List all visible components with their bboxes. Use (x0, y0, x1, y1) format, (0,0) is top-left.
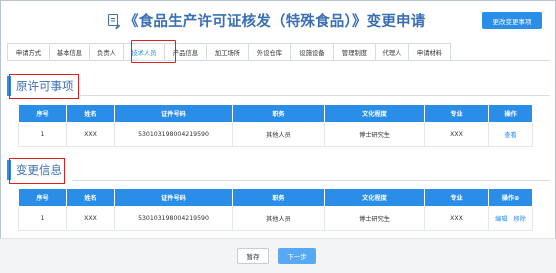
table-header-row: 序号 姓名 证件号码 职务 文化程度 专业 操作⊕ (18, 188, 533, 207)
col-header-no: 序号 (18, 104, 67, 123)
changed-table: 序号 姓名 证件号码 职务 文化程度 专业 操作⊕ 1 XXX 53010319… (18, 188, 533, 231)
save-draft-button[interactable]: 暂存 (237, 248, 269, 264)
view-link[interactable]: 查看 (488, 122, 533, 147)
tab-application-method[interactable]: 申请方式 (7, 43, 50, 60)
original-table: 序号 姓名 证件号码 职务 文化程度 专业 操作 1 XXX 530103198… (18, 104, 533, 147)
tab-principal[interactable]: 负责人 (89, 43, 124, 60)
col-header-name: 姓名 (66, 188, 115, 207)
header: 《食品生产许可证核发（特殊食品）》变更申请 更改变更事项 (0, 0, 556, 40)
tab-processing-site[interactable]: 加工场所 (206, 43, 249, 60)
col-header-role: 职务 (232, 104, 325, 123)
page-title-text: 《食品生产许可证核发（特殊食品）》变更申请 (124, 13, 426, 30)
next-step-button[interactable]: 下一步 (278, 248, 316, 264)
active-tab-highlight (131, 40, 176, 63)
cell-role: 其他人员 (232, 122, 325, 147)
table-header-row: 序号 姓名 证件号码 职务 文化程度 专业 操作 (18, 104, 533, 123)
cell-role: 其他人员 (232, 206, 325, 231)
cell-major: XXX (424, 122, 489, 147)
tab-basic-info[interactable]: 基本信息 (49, 43, 90, 60)
change-items-button[interactable]: 更改变更事项 (482, 12, 542, 29)
cell-actions: 编辑 移除 (488, 206, 533, 231)
cell-name: XXX (66, 122, 115, 147)
tab-external-warehouse[interactable]: 外设仓库 (248, 43, 291, 60)
cell-major: XXX (424, 206, 489, 231)
col-header-role: 职务 (232, 188, 325, 207)
col-header-id: 证件号码 (114, 188, 233, 207)
cell-id: 530103198004219590 (114, 206, 233, 231)
remove-link[interactable]: 移除 (513, 216, 525, 223)
section-divider (72, 180, 550, 181)
cell-name: XXX (66, 206, 115, 231)
cell-education: 博士研究生 (324, 206, 425, 231)
section-divider (80, 95, 550, 96)
table-row: 1 XXX 530103198004219590 其他人员 博士研究生 XXX … (18, 122, 533, 147)
cell-id: 530103198004219590 (114, 122, 233, 147)
col-header-education: 文化程度 (324, 188, 425, 207)
original-section-highlight (9, 74, 79, 99)
changed-section-highlight (9, 158, 65, 184)
col-header-action-add[interactable]: 操作⊕ (488, 188, 533, 207)
tab-management-system[interactable]: 管理制度 (333, 43, 376, 60)
cell-no: 1 (18, 206, 67, 231)
tab-application-materials[interactable]: 申请材料 (408, 43, 451, 60)
cell-no: 1 (18, 122, 67, 147)
col-header-major: 专业 (424, 188, 489, 207)
col-header-action: 操作 (488, 104, 533, 123)
col-header-education: 文化程度 (324, 104, 425, 123)
col-header-major: 专业 (424, 104, 489, 123)
col-header-name: 姓名 (66, 104, 115, 123)
col-header-id: 证件号码 (114, 104, 233, 123)
page-title: 《食品生产许可证核发（特殊食品）》变更申请 (108, 10, 425, 30)
cell-education: 博士研究生 (324, 122, 425, 147)
edit-link[interactable]: 编辑 (495, 216, 507, 223)
document-edit-icon (108, 14, 118, 26)
table-row: 1 XXX 530103198004219590 其他人员 博士研究生 XXX … (18, 206, 533, 231)
tab-bar: 申请方式 基本信息 负责人 技术人员 产品信息 加工场所 外设仓库 设施设备 管… (7, 43, 550, 61)
col-header-no: 序号 (18, 188, 67, 207)
tab-agent[interactable]: 代理人 (375, 43, 409, 60)
tab-facilities[interactable]: 设施设备 (290, 43, 334, 60)
